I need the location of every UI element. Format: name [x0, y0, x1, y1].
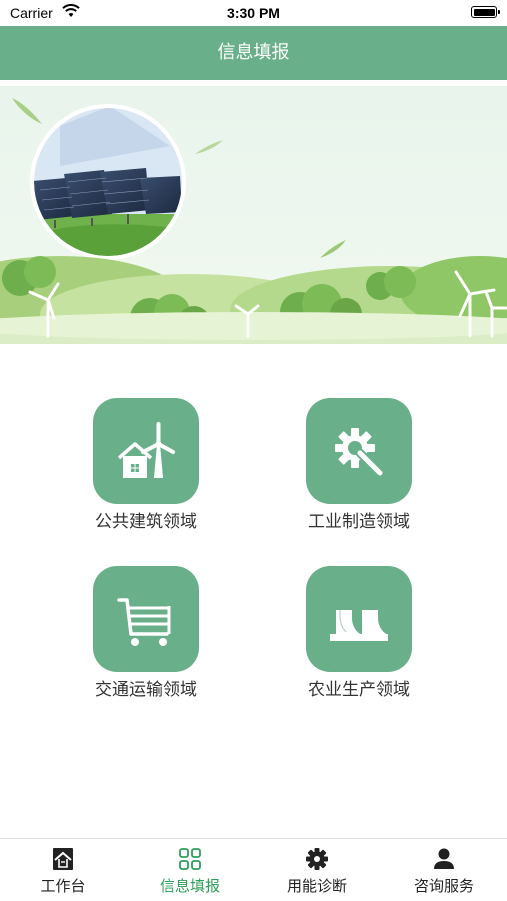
grid-item-label: 工业制造领域	[308, 512, 410, 532]
grid-item-public-buildings[interactable]: 公共建筑领域	[46, 398, 246, 532]
house-windmill-icon	[117, 422, 175, 478]
tab-label: 用能诊断	[286, 877, 347, 895]
tab-label: 工作台	[40, 877, 86, 895]
grid-item-agriculture[interactable]: 农业生产领域	[259, 566, 459, 700]
tab-energy-diagnosis[interactable]: 用能诊断	[254, 839, 380, 901]
grid-item-label: 公共建筑领域	[95, 512, 197, 532]
greenhouse-icon	[330, 610, 388, 641]
transport-tile[interactable]	[93, 566, 199, 672]
tab-bar: 工作台 信息填报 用能诊断 咨询服务	[0, 838, 507, 901]
cart-icon	[117, 598, 171, 646]
gear-wrench-icon	[335, 428, 385, 478]
tab-workbench[interactable]: 工作台	[0, 839, 126, 901]
person-icon	[434, 848, 454, 869]
tab-consulting[interactable]: 咨询服务	[381, 839, 507, 901]
tab-info-report[interactable]: 信息填报	[127, 839, 253, 901]
grid-item-label: 农业生产领域	[308, 680, 410, 700]
public-buildings-tile[interactable]	[93, 398, 199, 504]
workbench-icon	[53, 848, 73, 870]
page-title: 信息填报	[217, 42, 290, 63]
status-bar: Carrier 3:30 PM	[0, 0, 507, 26]
agriculture-tile[interactable]	[306, 566, 412, 672]
banner-image	[0, 86, 507, 344]
industry-tile[interactable]	[306, 398, 412, 504]
grid-item-label: 交通运输领域	[95, 680, 197, 700]
clock: 3:30 PM	[227, 5, 280, 21]
grid-icon	[179, 848, 201, 870]
tab-label: 信息填报	[159, 877, 220, 895]
battery-icon	[471, 6, 500, 18]
tab-label: 咨询服务	[413, 877, 474, 895]
nav-bar: 信息填报	[0, 26, 507, 80]
gear-icon	[306, 848, 328, 870]
grid-item-transport[interactable]: 交通运输领域	[46, 566, 246, 700]
grid-item-industry[interactable]: 工业制造领域	[259, 398, 459, 532]
